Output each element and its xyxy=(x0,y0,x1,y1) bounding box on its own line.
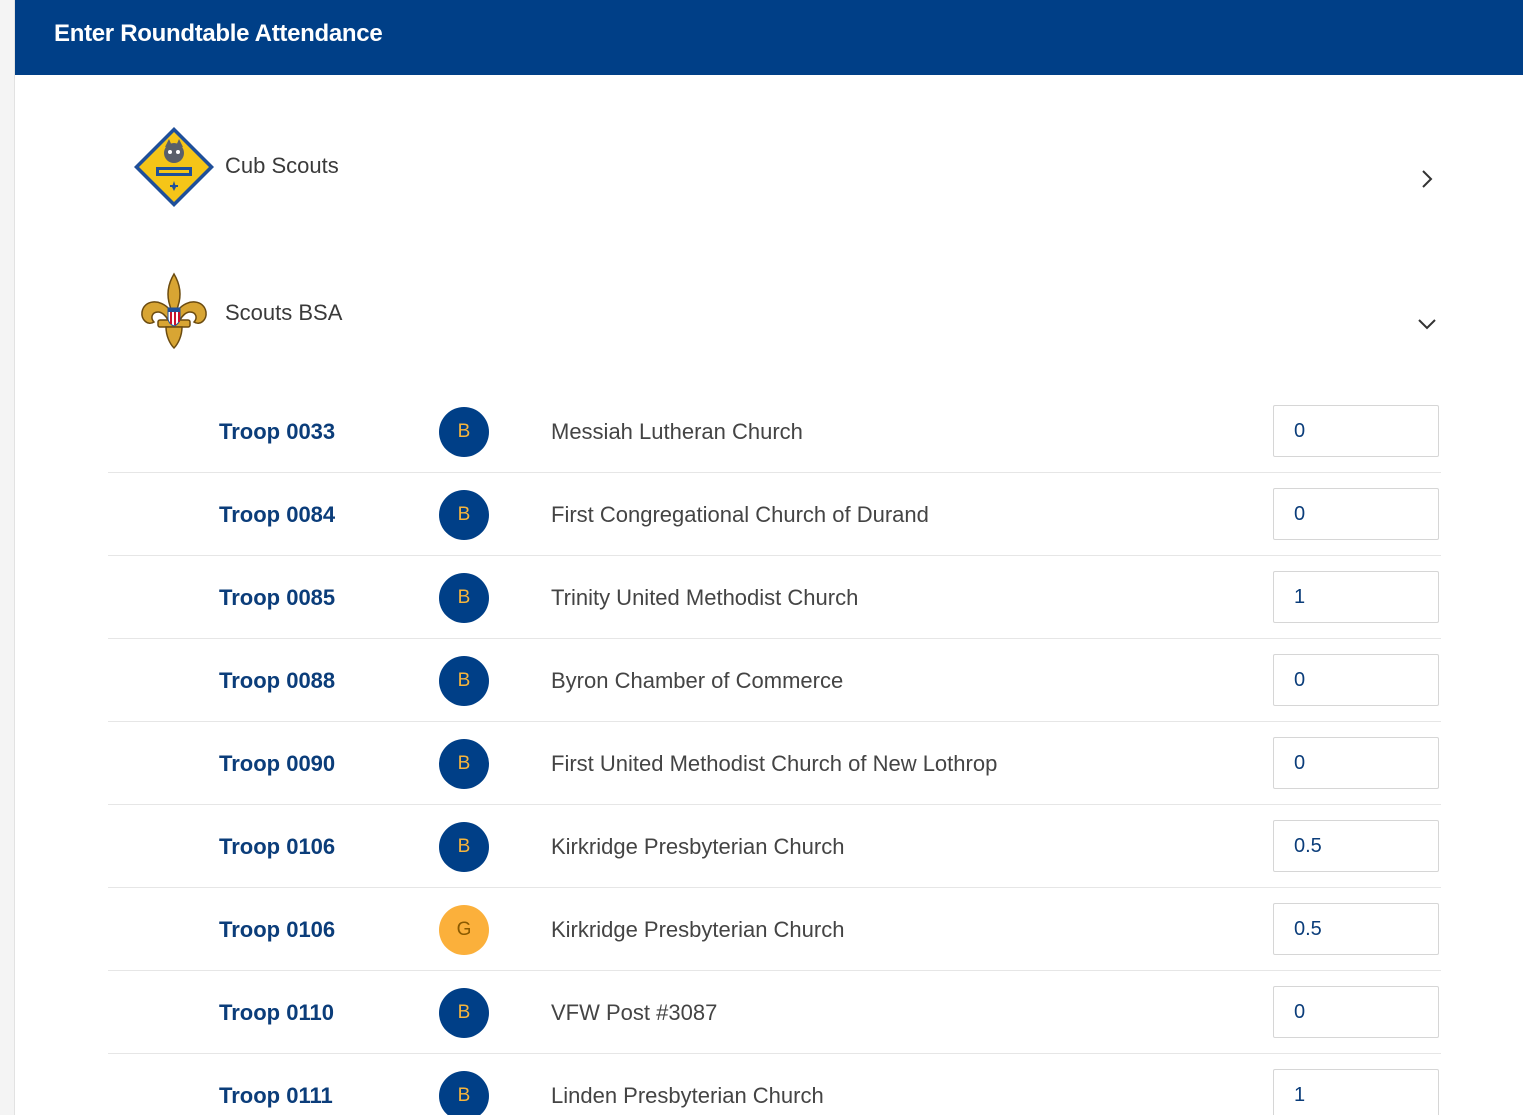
troop-unit-link[interactable]: Troop 0085 xyxy=(219,585,335,611)
troop-row: Troop 0106 B Kirkridge Presbyterian Chur… xyxy=(108,805,1441,888)
chartered-org-name: Byron Chamber of Commerce xyxy=(551,668,844,693)
page-title: Enter Roundtable Attendance xyxy=(54,20,383,47)
troop-unit-link[interactable]: Troop 0090 xyxy=(219,751,335,777)
chartered-org-name: Kirkridge Presbyterian Church xyxy=(551,917,845,942)
troop-row: Troop 0111 B Linden Presbyterian Church xyxy=(108,1054,1441,1115)
troop-row: Troop 0084 B First Congregational Church… xyxy=(108,473,1441,556)
attendance-count-input[interactable] xyxy=(1273,737,1439,789)
troop-unit-link[interactable]: Troop 0033 xyxy=(219,419,335,445)
section-scouts-bsa[interactable]: Scouts BSA xyxy=(108,260,1441,370)
chartered-org-name: Kirkridge Presbyterian Church xyxy=(551,834,845,859)
unit-type-badge: G xyxy=(439,905,489,955)
unit-type-badge: B xyxy=(439,988,489,1038)
unit-type-badge: B xyxy=(439,490,489,540)
chartered-org-name: First United Methodist Church of New Lot… xyxy=(551,751,998,776)
troop-unit-link[interactable]: Troop 0110 xyxy=(219,1000,334,1026)
section-label-scouts-bsa: Scouts BSA xyxy=(225,300,343,325)
troop-unit-link[interactable]: Troop 0111 xyxy=(219,1083,333,1109)
chartered-org-name: Messiah Lutheran Church xyxy=(551,419,803,444)
attendance-count-input[interactable] xyxy=(1273,986,1439,1038)
page-header: Enter Roundtable Attendance xyxy=(15,0,1523,75)
troop-row: Troop 0090 B First United Methodist Chur… xyxy=(108,722,1441,805)
troop-list: Troop 0033 B Messiah Lutheran Church Tro… xyxy=(108,390,1441,1115)
left-panel-edge xyxy=(0,0,15,1115)
troop-unit-link[interactable]: Troop 0088 xyxy=(219,668,335,694)
attendance-count-input[interactable] xyxy=(1273,571,1439,623)
chevron-right-icon[interactable] xyxy=(1413,165,1441,193)
attendance-page: Enter Roundtable Attendance Cub Scouts S… xyxy=(0,0,1523,1115)
unit-type-badge: B xyxy=(439,822,489,872)
attendance-count-input[interactable] xyxy=(1273,1069,1439,1115)
attendance-count-input[interactable] xyxy=(1273,820,1439,872)
section-cub-scouts[interactable]: Cub Scouts xyxy=(108,115,1441,225)
troop-row: Troop 0106 G Kirkridge Presbyterian Chur… xyxy=(108,888,1441,971)
troop-row: Troop 0088 B Byron Chamber of Commerce xyxy=(108,639,1441,722)
chartered-org-name: First Congregational Church of Durand xyxy=(551,502,929,527)
unit-type-badge: B xyxy=(439,1071,489,1115)
attendance-count-input[interactable] xyxy=(1273,405,1439,457)
troop-unit-link[interactable]: Troop 0084 xyxy=(219,502,335,528)
scouts-bsa-fleur-de-lis-icon xyxy=(132,270,216,354)
attendance-count-input[interactable] xyxy=(1273,903,1439,955)
troop-row: Troop 0110 B VFW Post #3087 xyxy=(108,971,1441,1054)
chartered-org-name: VFW Post #3087 xyxy=(551,1000,718,1025)
unit-type-badge: B xyxy=(439,573,489,623)
unit-type-badge: B xyxy=(439,656,489,706)
chartered-org-name: Trinity United Methodist Church xyxy=(551,585,859,610)
attendance-count-input[interactable] xyxy=(1273,654,1439,706)
chevron-down-icon[interactable] xyxy=(1413,310,1441,338)
troop-row: Troop 0033 B Messiah Lutheran Church xyxy=(108,390,1441,473)
chartered-org-name: Linden Presbyterian Church xyxy=(551,1083,824,1108)
troop-unit-link[interactable]: Troop 0106 xyxy=(219,834,335,860)
unit-type-badge: B xyxy=(439,739,489,789)
troop-row: Troop 0085 B Trinity United Methodist Ch… xyxy=(108,556,1441,639)
attendance-count-input[interactable] xyxy=(1273,488,1439,540)
section-label-cub-scouts: Cub Scouts xyxy=(225,153,339,178)
cub-scouts-logo-icon xyxy=(132,125,216,209)
unit-type-badge: B xyxy=(439,407,489,457)
troop-unit-link[interactable]: Troop 0106 xyxy=(219,917,335,943)
